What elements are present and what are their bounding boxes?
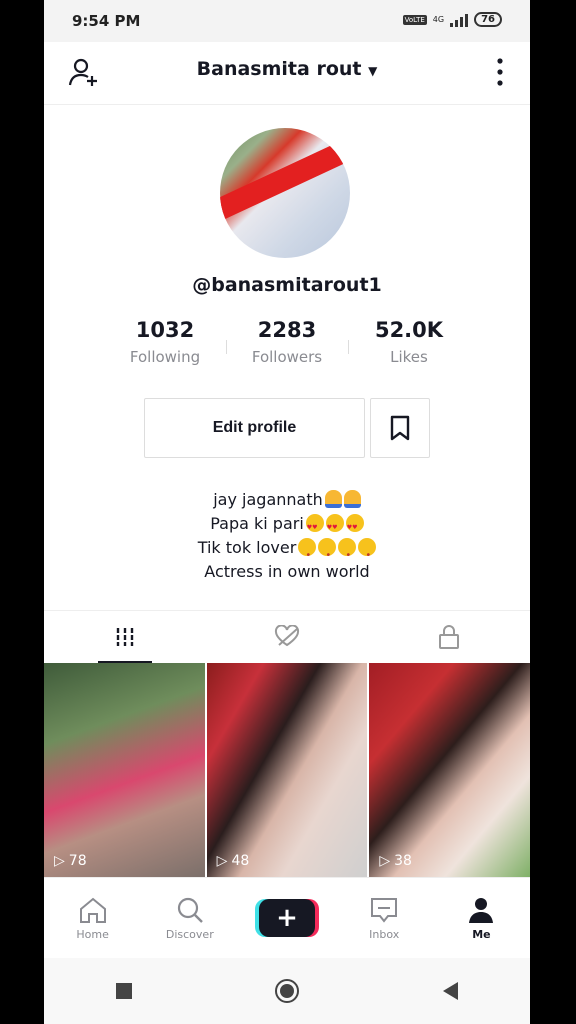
tab-videos[interactable] xyxy=(44,611,206,663)
bookmark-icon xyxy=(390,415,410,441)
nav-inbox[interactable]: Inbox xyxy=(336,878,433,958)
kiss-emoji-icon xyxy=(318,538,337,568)
avatar[interactable] xyxy=(220,128,350,258)
system-nav-bar xyxy=(44,958,530,1024)
nav-me[interactable]: Me xyxy=(433,878,530,958)
stat-value: 1032 xyxy=(135,318,195,342)
bio-line: Actress in own world xyxy=(204,562,370,581)
more-options-icon[interactable] xyxy=(496,56,504,88)
edit-profile-button[interactable]: Edit profile xyxy=(144,398,365,458)
bio-line: jay jagannath xyxy=(44,488,530,512)
heart-eyes-emoji-icon xyxy=(345,514,364,540)
pray-emoji-icon xyxy=(343,490,361,508)
stat-value: 52.0K xyxy=(374,318,444,342)
view-count: ▷ 48 xyxy=(216,853,250,869)
stat-value: 2283 xyxy=(257,318,317,342)
nav-discover[interactable]: Discover xyxy=(141,878,238,958)
bio-line: Tik tok lover xyxy=(44,536,530,568)
play-icon: ▷ xyxy=(216,853,228,869)
kiss-emoji-icon xyxy=(298,538,317,568)
heart-eyes-emoji-icon xyxy=(305,514,324,540)
network-type: 4G xyxy=(432,15,445,24)
stat-label: Followers xyxy=(251,348,323,366)
status-icons: VoLTE 4G 76 xyxy=(402,12,502,27)
video-thumbnail[interactable]: ▷ 48 xyxy=(206,663,368,877)
home-icon xyxy=(79,897,106,923)
search-icon xyxy=(177,897,203,923)
stat-following[interactable]: 1032 Following xyxy=(104,318,226,366)
caret-down-icon: ▼ xyxy=(368,64,378,78)
play-icon: ▷ xyxy=(379,853,391,869)
play-icon: ▷ xyxy=(54,853,65,869)
stat-label: Following xyxy=(129,348,201,366)
status-time: 9:54 PM xyxy=(72,12,141,30)
status-bar: 9:54 PM VoLTE 4G 76 xyxy=(44,0,530,42)
bottom-nav: Home Discover + Inbox Me xyxy=(44,877,530,958)
liked-hidden-icon xyxy=(274,625,300,647)
battery-indicator: 76 xyxy=(474,12,502,27)
profile-stats: 1032 Following 2283 Followers 52.0K Like… xyxy=(104,318,470,366)
account-switcher[interactable]: Banasmita rout ▼ xyxy=(44,58,530,80)
stat-likes[interactable]: 52.0K Likes xyxy=(348,318,470,366)
profile-tabs xyxy=(44,610,530,663)
heart-eyes-emoji-icon xyxy=(325,514,344,540)
profile-icon xyxy=(469,897,494,923)
view-count: ▷ 38 xyxy=(379,853,412,869)
plus-icon: + xyxy=(259,899,315,937)
nav-create[interactable]: + xyxy=(238,878,335,958)
profile-bio: jay jagannath Papa ki pari Tik tok lover… xyxy=(44,488,530,584)
view-count: ▷ 78 xyxy=(54,853,87,869)
inbox-icon xyxy=(371,897,398,923)
app-window: 9:54 PM VoLTE 4G 76 Banasmita rout ▼ @ba… xyxy=(44,0,530,1024)
back-icon[interactable] xyxy=(441,981,459,1001)
pray-emoji-icon xyxy=(324,490,342,508)
signal-icon xyxy=(450,13,469,27)
tab-liked[interactable] xyxy=(206,611,368,663)
recents-icon[interactable] xyxy=(115,982,133,1000)
lock-icon xyxy=(439,625,459,649)
page-title: Banasmita rout xyxy=(196,58,362,80)
video-thumbnail[interactable]: ▷ 78 xyxy=(44,663,205,877)
profile-header: Banasmita rout ▼ xyxy=(44,42,530,105)
video-grid: ▷ 78 ▷ 48 ▷ 38 xyxy=(44,663,530,877)
tab-private[interactable] xyxy=(368,611,530,663)
favorites-button[interactable] xyxy=(370,398,430,458)
kiss-emoji-icon xyxy=(338,538,357,568)
username-handle: @banasmitarout1 xyxy=(192,274,382,296)
grid-icon xyxy=(116,628,134,646)
kiss-emoji-icon xyxy=(358,538,377,568)
volte-icon: VoLTE xyxy=(402,14,427,25)
home-circle-icon[interactable] xyxy=(274,978,300,1004)
stat-label: Likes xyxy=(390,348,428,366)
bio-line: Papa ki pari xyxy=(44,512,530,540)
stat-followers[interactable]: 2283 Followers xyxy=(226,318,348,366)
nav-home[interactable]: Home xyxy=(44,878,141,958)
video-thumbnail[interactable]: ▷ 38 xyxy=(369,663,530,877)
